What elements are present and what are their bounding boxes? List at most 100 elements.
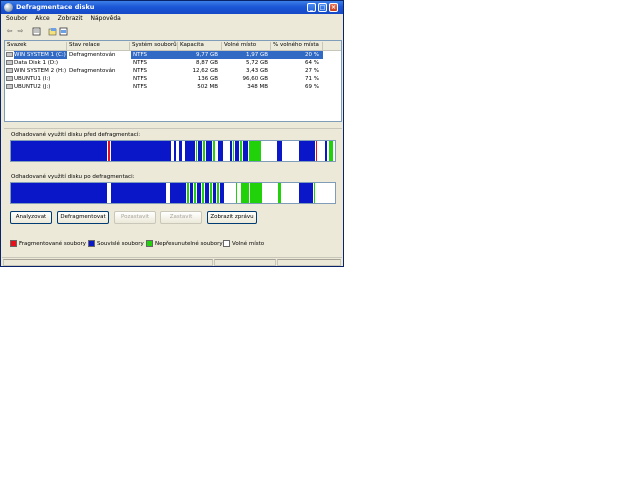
cluster-block <box>108 183 110 203</box>
title-bar[interactable]: Defragmentace disku _ □ × <box>1 1 343 14</box>
volume-name: Data Disk 1 (D:) <box>14 60 59 66</box>
cluster-block <box>216 141 217 161</box>
help-icon[interactable] <box>48 27 57 36</box>
cluster-block <box>174 141 176 161</box>
cluster-block <box>197 183 201 203</box>
cluster-block <box>196 141 197 161</box>
toolbar: ⇦ ⇨ <box>3 27 341 37</box>
file-system: NTFS <box>133 84 148 90</box>
column-stav-relace[interactable]: Stav relace <box>67 42 130 50</box>
file-system: NTFS <box>133 68 148 74</box>
analyze-button[interactable]: Analyzovat <box>10 211 52 224</box>
cluster-block <box>213 183 216 203</box>
free-space: 1,97 GB <box>245 52 268 58</box>
free-swatch <box>223 240 230 247</box>
cluster-block <box>240 141 242 161</box>
table-row[interactable]: UBUNTU1 (I:) NTFS 136 GB 96,60 GB 71 % <box>5 75 341 83</box>
status-segment <box>214 259 276 266</box>
cluster-block <box>233 141 234 161</box>
table-row[interactable]: WIN SYSTEM 1 (C:) Defragmentován NTFS 9,… <box>5 51 341 59</box>
column-volne-misto[interactable]: Volné místo <box>222 42 271 50</box>
splitter[interactable] <box>4 128 342 129</box>
volume-list[interactable]: Svazek Stav relace Systém souborů Kapaci… <box>4 40 342 122</box>
cluster-block <box>179 141 182 161</box>
cluster-block <box>314 183 315 203</box>
cluster-block <box>203 141 205 161</box>
cluster-block <box>183 141 184 161</box>
cluster-block <box>299 183 313 203</box>
status-segment <box>277 259 341 266</box>
cluster-block <box>111 141 171 161</box>
cluster-block <box>198 141 202 161</box>
defragment-button[interactable]: Defragmentovat <box>57 211 109 224</box>
cluster-block <box>172 141 173 161</box>
cluster-block <box>225 141 229 161</box>
session-status: Defragmentován <box>69 52 116 58</box>
column-procent-volneho-mista[interactable]: % volného místa <box>271 42 323 50</box>
free-space: 3,43 GB <box>245 68 268 74</box>
cluster-block <box>187 183 189 203</box>
table-row[interactable]: WIN SYSTEM 2 (H:) Defragmentován NTFS 12… <box>5 67 341 75</box>
view-report-button[interactable]: Zobrazit zprávu <box>207 211 257 224</box>
defrag-app-icon <box>4 3 13 12</box>
legend-free: Volné místo <box>223 240 264 248</box>
cluster-block <box>236 183 237 203</box>
session-status: Defragmentován <box>69 68 116 74</box>
cluster-block <box>282 183 298 203</box>
close-button[interactable]: × <box>329 3 338 12</box>
cluster-block <box>225 183 235 203</box>
cluster-block <box>243 141 248 161</box>
menu-soubor[interactable]: Soubor <box>6 15 27 22</box>
column-kapacita[interactable]: Kapacita <box>178 42 222 50</box>
back-arrow-icon[interactable]: ⇦ <box>5 27 14 36</box>
free-space: 96,60 GB <box>242 76 268 82</box>
maximize-button[interactable]: □ <box>318 3 327 12</box>
capacity: 9,77 GB <box>195 52 218 58</box>
defrag-window: Defragmentace disku _ □ × Soubor Akce Zo… <box>0 0 344 267</box>
cluster-block <box>177 141 178 161</box>
menu-napoveda[interactable]: Nápověda <box>90 15 120 22</box>
unmovable-swatch <box>146 240 153 247</box>
volume-name: WIN SYSTEM 2 (H:) <box>14 68 67 74</box>
cluster-block <box>277 141 282 161</box>
cluster-block <box>111 183 166 203</box>
free-percent: 20 % <box>305 52 319 58</box>
stop-button[interactable]: Zastavit <box>160 211 202 224</box>
column-svazek[interactable]: Svazek <box>5 42 67 50</box>
cluster-block <box>206 141 212 161</box>
cluster-block <box>210 183 212 203</box>
console-icon[interactable] <box>59 27 68 36</box>
table-row[interactable]: UBUNTU2 (J:) NTFS 502 MB 348 MB 69 % <box>5 83 341 91</box>
cluster-block <box>263 183 277 203</box>
cluster-block <box>249 141 261 161</box>
cluster-block <box>325 141 327 161</box>
file-system: NTFS <box>133 52 148 58</box>
free-percent: 64 % <box>305 60 319 66</box>
properties-icon[interactable] <box>32 27 41 36</box>
column-system-souboru[interactable]: Systém souborů <box>130 42 178 50</box>
minimize-button[interactable]: _ <box>307 3 316 12</box>
cluster-block <box>218 141 223 161</box>
after-defrag-label: Odhadované využití disku po defragmentac… <box>11 174 135 180</box>
window-title: Defragmentace disku <box>16 3 95 11</box>
pause-button[interactable]: Pozastavit <box>114 211 156 224</box>
cluster-block <box>316 141 317 161</box>
free-percent: 71 % <box>305 76 319 82</box>
menu-akce[interactable]: Akce <box>35 15 50 22</box>
cluster-block <box>202 183 204 203</box>
cluster-block <box>241 183 249 203</box>
legend-fragmented: Fragmentované soubory <box>10 240 86 248</box>
cluster-block <box>250 183 262 203</box>
forward-arrow-icon[interactable]: ⇨ <box>16 27 25 36</box>
cluster-block <box>170 183 186 203</box>
menu-zobrazit[interactable]: Zobrazit <box>58 15 83 22</box>
cluster-block <box>11 183 107 203</box>
table-row[interactable]: Data Disk 1 (D:) NTFS 8,87 GB 5,72 GB 64… <box>5 59 341 67</box>
capacity: 136 GB <box>197 76 218 82</box>
legend-contiguous: Souvislé soubory <box>88 240 144 248</box>
status-bar <box>2 257 342 267</box>
volume-name: UBUNTU2 (J:) <box>14 84 51 90</box>
capacity: 8,87 GB <box>195 60 218 66</box>
cluster-block <box>190 183 193 203</box>
cluster-block <box>166 183 169 203</box>
